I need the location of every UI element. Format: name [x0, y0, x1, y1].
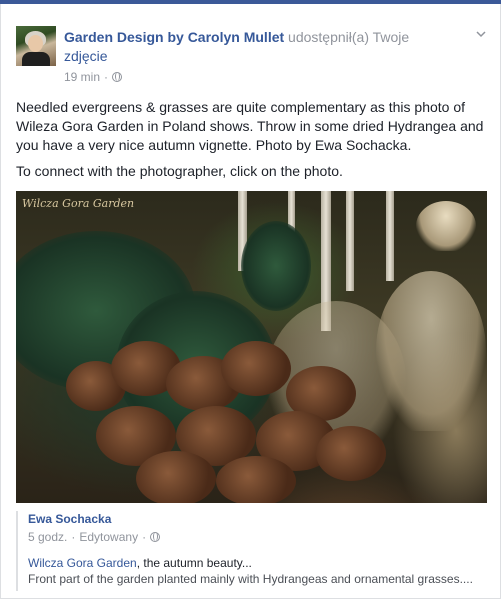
shared-photo-link[interactable]: zdjęcie — [64, 48, 108, 64]
photo-watermark: Wilcza Gora Garden — [22, 197, 135, 210]
chevron-down-icon[interactable] — [476, 26, 486, 38]
post-meta: 19 min · — [64, 70, 123, 84]
attachment-description: Front part of the garden planted mainly … — [28, 572, 473, 586]
shared-post-attachment[interactable]: Ewa Sochacka 5 godz. · Edytowany · Wilcz… — [16, 511, 487, 591]
attachment-author-link[interactable]: Ewa Sochacka — [28, 511, 487, 527]
attachment-title-suffix: , the autumn beauty... — [136, 556, 252, 570]
post-photo[interactable]: Wilcza Gora Garden — [16, 191, 487, 503]
post-paragraph: To connect with the photographer, click … — [16, 163, 343, 179]
share-action: udostępnił(a) Twoje — [288, 29, 410, 45]
author-link[interactable]: Garden Design by Carolyn Mullet — [64, 29, 284, 45]
edited-label[interactable]: Edytowany — [79, 529, 138, 545]
post-header: Garden Design by Carolyn Mullet udostępn… — [64, 28, 444, 66]
author-avatar[interactable] — [16, 26, 56, 66]
attachment-title: Wilcza Gora Garden, the autumn beauty... — [28, 555, 487, 571]
separator-dot: · — [142, 530, 147, 544]
globe-icon[interactable] — [150, 532, 161, 542]
post-paragraph: Needled evergreens & grasses are quite c… — [16, 99, 484, 153]
separator-dot: · — [71, 530, 76, 544]
attachment-meta: 5 godz. · Edytowany · — [28, 529, 487, 545]
post-body: Needled evergreens & grasses are quite c… — [16, 98, 486, 188]
separator-dot: · — [104, 70, 109, 84]
attachment-timestamp[interactable]: 5 godz. — [28, 529, 67, 545]
post-card: Garden Design by Carolyn Mullet udostępn… — [0, 4, 501, 599]
post-timestamp[interactable]: 19 min — [64, 70, 100, 84]
attachment-page-link[interactable]: Wilcza Gora Garden — [28, 556, 137, 570]
globe-icon[interactable] — [112, 72, 123, 82]
